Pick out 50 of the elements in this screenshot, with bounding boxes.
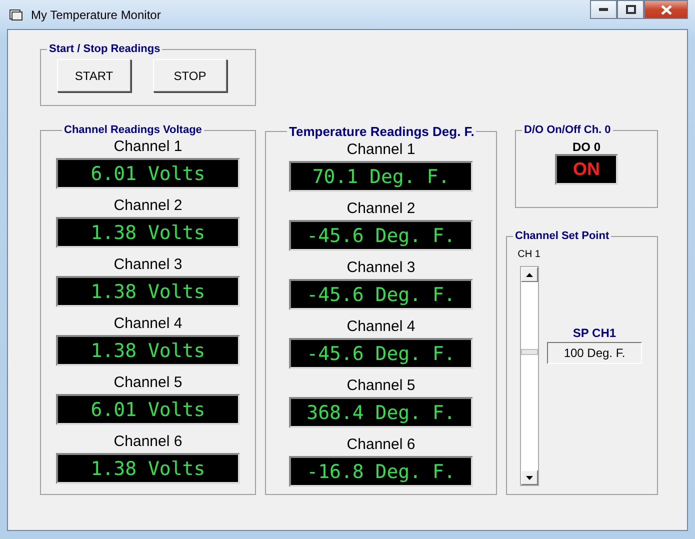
- channel-label: Channel 5: [346, 376, 416, 395]
- reading-display: 1.38 Volts: [56, 217, 240, 248]
- up-arrow-icon: [526, 272, 532, 276]
- reading-display: -45.6 Deg. F.: [289, 220, 473, 251]
- set-point-label: SP CH1: [572, 326, 616, 340]
- status-indicator: ON: [555, 154, 618, 185]
- maximize-button[interactable]: [617, 0, 644, 19]
- group-title: Channel Readings Voltage: [63, 124, 203, 136]
- channel-label: Channel 4: [346, 317, 416, 336]
- command-button[interactable]: STOP: [153, 59, 227, 92]
- group-title: Temperature Readings Deg. F.: [288, 124, 476, 139]
- slider-thumb[interactable]: [520, 348, 538, 355]
- channel-label: Channel 6: [114, 432, 182, 451]
- group-title: D/O On/Off Ch. 0: [523, 124, 612, 136]
- reading-display: 70.1 Deg. F.: [289, 161, 473, 192]
- reading-display: -45.6 Deg. F.: [289, 279, 473, 310]
- up-arrow-button[interactable]: [520, 267, 538, 282]
- group-title: Channel Set Point: [514, 230, 610, 242]
- channel-label: Channel 2: [114, 196, 182, 215]
- channel-label: Channel 1: [114, 137, 182, 156]
- reading-display: 1.38 Volts: [56, 276, 240, 307]
- slider-label: CH 1: [518, 249, 540, 261]
- channel-label: Channel 3: [346, 258, 416, 277]
- window-icon: [9, 8, 23, 21]
- window-title: My Temperature Monitor: [31, 8, 161, 22]
- minimize-button[interactable]: [590, 0, 617, 19]
- down-arrow-icon: [526, 476, 532, 480]
- channel-label: Channel 4: [114, 314, 182, 333]
- channel-label: Channel 2: [346, 199, 416, 218]
- channel-label: Channel 6: [346, 435, 416, 454]
- down-arrow-button[interactable]: [520, 470, 538, 485]
- close-button[interactable]: [644, 0, 688, 19]
- reading-display: 368.4 Deg. F.: [289, 397, 473, 428]
- maximize-icon: [626, 5, 636, 14]
- reading-display: 1.38 Volts: [56, 335, 240, 366]
- set-point-value: 100 Deg. F.: [547, 342, 642, 364]
- reading-display: -45.6 Deg. F.: [289, 338, 473, 369]
- reading-display: 6.01 Volts: [56, 158, 240, 189]
- channel-label: Channel 1: [346, 140, 416, 159]
- group-title: Start / Stop Readings: [48, 43, 162, 55]
- set-point-slider[interactable]: [520, 266, 538, 486]
- channel-label: Channel 3: [114, 255, 182, 274]
- reading-display: 6.01 Volts: [56, 394, 240, 425]
- reading-display: 1.38 Volts: [56, 453, 240, 484]
- channel-label: Channel 5: [114, 373, 182, 392]
- command-button[interactable]: START: [57, 59, 131, 92]
- reading-display: -16.8 Deg. F.: [289, 456, 473, 487]
- minimize-icon: [599, 8, 608, 11]
- output-label: DO 0: [572, 140, 600, 154]
- close-icon: [660, 4, 672, 14]
